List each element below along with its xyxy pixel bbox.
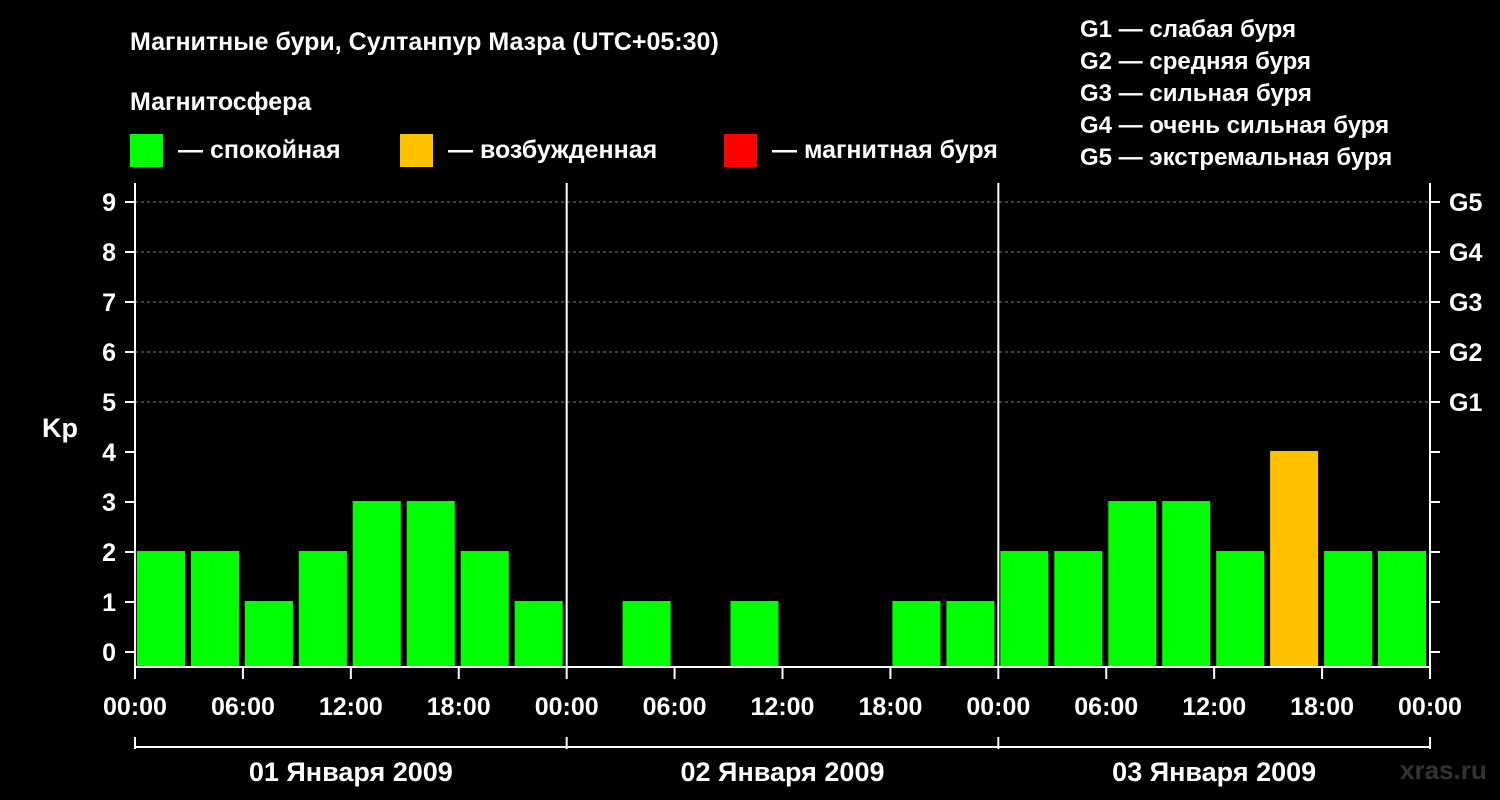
grid-lines <box>135 201 1430 403</box>
y-axis-label: Kp <box>42 413 78 443</box>
kp-bar <box>1216 551 1265 667</box>
day-labels: 01 Января 2009 02 Января 2009 03 Января 20… <box>134 737 1431 787</box>
kp-bar <box>244 601 293 667</box>
x-tick-label: 00:00 <box>535 693 599 721</box>
y-tick-label: 7 <box>102 289 116 317</box>
kp-bar <box>1270 451 1319 667</box>
kp-bar <box>1108 501 1157 667</box>
right-ticks: G1 G2 G3 G4 G5 <box>1430 189 1482 653</box>
y-tick-label: 9 <box>102 189 116 217</box>
y-ticks: 0 1 2 3 4 5 6 7 8 9 <box>102 189 135 667</box>
kp-bar <box>622 601 671 667</box>
kp-bar <box>137 551 185 667</box>
x-tick-label: 06:00 <box>1074 693 1138 721</box>
kp-bar <box>1324 551 1373 667</box>
kp-bar <box>1162 501 1211 667</box>
legend-swatch-quiet <box>130 134 163 167</box>
kp-bar <box>946 601 995 667</box>
y-tick-label: 8 <box>102 239 116 267</box>
g-scale-g3: G3 — сильная буря <box>1080 80 1312 107</box>
kp-bar <box>460 551 509 667</box>
y-tick-label: 3 <box>102 489 116 517</box>
g-scale-g2: G2 — средняя буря <box>1080 48 1311 75</box>
y-tick-label: 1 <box>102 589 116 617</box>
legend-label-quiet: — спокойная <box>178 136 341 164</box>
x-tick-label: 00:00 <box>1398 693 1462 721</box>
x-tick-label: 06:00 <box>643 693 707 721</box>
kp-bar <box>352 501 401 667</box>
kp-bar <box>730 601 779 667</box>
legend-swatch-active <box>400 134 433 167</box>
y-tick-label: 2 <box>102 539 116 567</box>
legend-swatch-storm <box>724 134 757 167</box>
y-tick-label: 0 <box>102 639 116 667</box>
day-label: 02 Января 2009 <box>681 757 885 787</box>
kp-bar <box>298 551 347 667</box>
y-tick-label: 4 <box>102 439 116 467</box>
x-tick-label: 12:00 <box>319 693 383 721</box>
x-tick-label: 18:00 <box>858 693 922 721</box>
kp-bar <box>1000 551 1049 667</box>
kp-bar <box>406 501 455 667</box>
day-label: 01 Января 2009 <box>249 757 453 787</box>
g-level-label: G5 <box>1449 189 1482 217</box>
g-level-label: G3 <box>1449 289 1482 317</box>
legend-label-active: — возбужденная <box>448 136 657 164</box>
x-ticks: 00:00 06:00 12:00 18:00 00:00 06:00 12:00 18:00… <box>103 667 1462 721</box>
g-scale-legend: G1 — слабая буря G2 — средняя буря G3 — … <box>1080 16 1392 171</box>
x-tick-label: 06:00 <box>211 693 275 721</box>
legend-title: Магнитосфера <box>130 88 312 116</box>
kp-bar <box>892 601 941 667</box>
y-tick-label: 6 <box>102 339 116 367</box>
bars <box>137 451 1426 667</box>
watermark: xras.ru <box>1400 755 1487 785</box>
kp-bar <box>514 601 563 667</box>
kp-bar <box>1054 551 1103 667</box>
x-tick-label: 00:00 <box>103 693 167 721</box>
x-tick-label: 18:00 <box>427 693 491 721</box>
x-tick-label: 00:00 <box>966 693 1030 721</box>
legend-label-storm: — магнитная буря <box>772 136 998 164</box>
y-tick-label: 5 <box>102 389 116 417</box>
x-tick-label: 12:00 <box>751 693 815 721</box>
day-dividers <box>565 183 1000 667</box>
g-scale-g5: G5 — экстремальная буря <box>1080 144 1392 171</box>
g-level-label: G1 <box>1449 389 1482 417</box>
day-label: 03 Января 2009 <box>1112 757 1316 787</box>
g-scale-g4: G4 — очень сильная буря <box>1080 112 1389 139</box>
legend: — спокойная — возбужденная — магнитная б… <box>130 134 998 167</box>
x-tick-label: 18:00 <box>1290 693 1354 721</box>
chart-title: Магнитные бури, Султанпур Мазра (UTC+05:… <box>130 28 719 56</box>
g-scale-g1: G1 — слабая буря <box>1080 16 1296 43</box>
x-tick-label: 12:00 <box>1182 693 1246 721</box>
kp-bar <box>191 551 239 667</box>
g-level-label: G4 <box>1449 239 1482 267</box>
kp-chart: Магнитные бури, Султанпур Мазра (UTC+05:… <box>42 16 1487 787</box>
kp-bar <box>1378 551 1426 667</box>
g-level-label: G2 <box>1449 339 1482 367</box>
